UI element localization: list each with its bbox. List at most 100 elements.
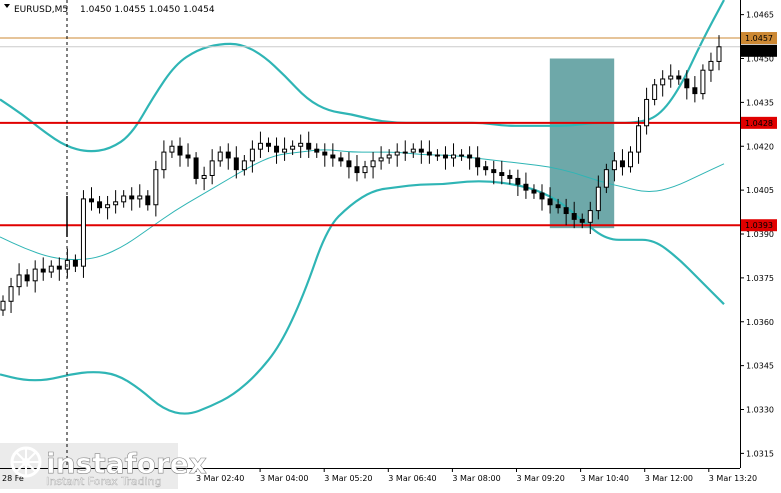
chart-header: EURUSD,M5 1.0450 1.0455 1.0450 1.0454 <box>4 4 215 15</box>
price-chart[interactable]: 1.0465 1.0450 1.0435 1.0420 1.0405 1.0390 1.03… <box>0 0 781 489</box>
candle-body <box>0 300 6 311</box>
candle-body <box>386 154 392 159</box>
x-tick-label: 3 Mar 13:20 <box>709 474 757 483</box>
candle-body <box>145 195 151 206</box>
candle-body <box>40 268 46 273</box>
y-tick-label: 1.0465 <box>746 11 774 20</box>
candle-body <box>684 78 690 89</box>
candle-body <box>330 154 336 159</box>
y-tick-label: 1.0405 <box>746 186 774 195</box>
candle-body <box>153 169 159 206</box>
symbol-label: EURUSD,M5 <box>14 5 68 15</box>
bid-price-label: 1.0454 <box>745 47 773 56</box>
candle-body <box>410 148 416 153</box>
candle-body <box>467 154 473 159</box>
candle-body <box>619 160 625 168</box>
candle-body <box>451 154 457 159</box>
x-tick-label: 3 Mar 10:40 <box>581 474 629 483</box>
candle-body <box>378 157 384 162</box>
candle-body <box>434 154 440 157</box>
candle-body <box>169 145 175 153</box>
candle-body <box>201 175 207 179</box>
candle-body <box>249 148 255 162</box>
candle-body <box>603 169 609 188</box>
candle-body <box>298 142 304 147</box>
candle-body <box>113 201 119 206</box>
candle-body <box>531 189 537 194</box>
candle-body <box>265 142 271 147</box>
candle-body <box>129 195 135 200</box>
candle-body <box>692 87 698 95</box>
candle-body <box>507 175 513 179</box>
candle-body <box>668 75 674 80</box>
candle-body <box>233 157 239 171</box>
x-tick-label: 3 Mar 04:00 <box>260 474 308 483</box>
candle-body <box>660 78 666 86</box>
candle-body <box>56 265 62 270</box>
x-tick-label: 3 Mar 08:00 <box>452 474 500 483</box>
watermark: instaforex Instant Forex Trading <box>0 443 207 489</box>
candle-body <box>611 160 617 171</box>
candle-body <box>442 154 448 159</box>
candle-body <box>539 192 545 200</box>
quote-label: 1.0450 1.0455 1.0450 1.0454 <box>80 5 215 15</box>
ask-price-label: 1.0457 <box>745 34 773 43</box>
candle-body <box>177 145 183 156</box>
candle-body <box>241 160 247 171</box>
y-tick-label: 1.0435 <box>746 98 774 107</box>
candle-body <box>459 154 465 157</box>
candle-body <box>88 198 94 203</box>
watermark-tagline: Instant Forex Trading <box>46 475 162 488</box>
candle-body <box>105 204 111 209</box>
candle-body <box>314 148 320 153</box>
candle-body <box>362 166 368 174</box>
level-price-label: 1.0393 <box>745 221 773 230</box>
candle-body <box>48 265 54 273</box>
candle-body <box>563 207 569 215</box>
candle-body <box>418 148 424 153</box>
candle-body <box>306 142 312 150</box>
x-tick-label: 3 Mar 09:20 <box>517 474 565 483</box>
candle-body <box>394 151 400 156</box>
candle-body <box>282 148 288 153</box>
y-tick-label: 1.0345 <box>746 362 774 371</box>
y-tick-label: 1.0330 <box>746 406 774 415</box>
candle-body <box>475 157 481 168</box>
candle-body <box>571 213 577 220</box>
candle-body <box>491 169 497 174</box>
candle-body <box>499 172 505 176</box>
candle-body <box>24 274 30 282</box>
candle-body <box>274 145 280 153</box>
candle-body <box>587 210 593 223</box>
candle-body <box>483 166 489 171</box>
candle-body <box>547 198 553 206</box>
x-tick-label: 3 Mar 05:20 <box>324 474 372 483</box>
candle-body <box>644 98 650 127</box>
candle-body <box>121 195 127 203</box>
candle-body <box>716 46 722 62</box>
candle-body <box>257 142 263 150</box>
candle-body <box>700 69 706 95</box>
candle-body <box>16 274 22 288</box>
candle-body <box>515 177 521 185</box>
candle-body <box>595 186 601 212</box>
candle-body <box>636 125 642 153</box>
y-tick-label: 1.0360 <box>746 318 774 327</box>
candle-body <box>338 157 344 162</box>
candle-body <box>161 151 167 171</box>
candle-body <box>346 160 352 168</box>
candle-body <box>628 151 634 168</box>
x-tick-label: 3 Mar 12:00 <box>645 474 693 483</box>
y-tick-label: 1.0375 <box>746 274 774 283</box>
candle-body <box>426 151 432 156</box>
candle-body <box>137 195 143 200</box>
candle-body <box>193 157 199 179</box>
candle-body <box>402 151 408 154</box>
candle-body <box>708 60 714 71</box>
y-tick-label: 1.0420 <box>746 142 774 151</box>
candle-body <box>97 201 103 209</box>
candle-body <box>555 204 561 209</box>
candle-body <box>290 145 296 150</box>
instaforex-logo-icon <box>10 446 42 478</box>
x-tick-label: 3 Mar 06:40 <box>388 474 436 483</box>
